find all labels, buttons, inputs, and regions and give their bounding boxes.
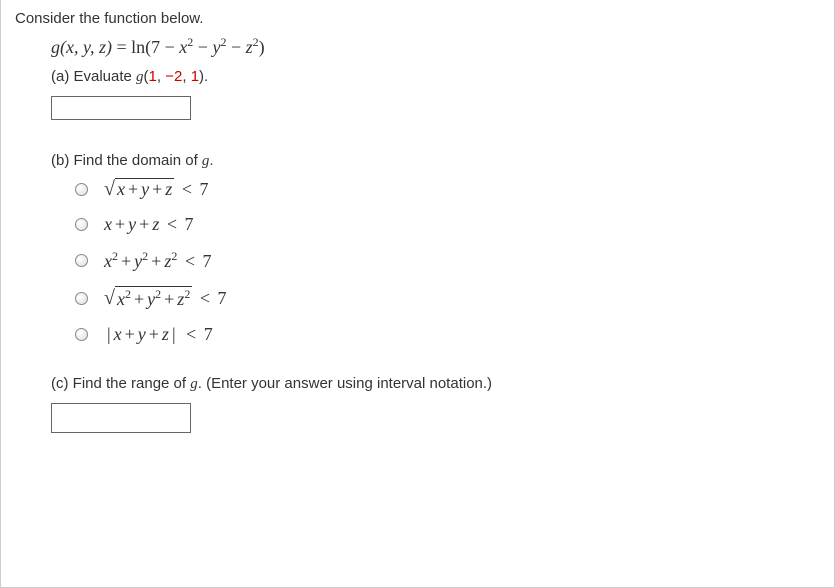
option-2-math: x+y+z < 7 [104, 214, 193, 235]
part-a-label: (a) Evaluate g(1, −2, 1). [51, 68, 820, 86]
option-5[interactable]: |x+y+z| < 7 [75, 324, 820, 345]
part-b-options: √x+y+z < 7 x+y+z < 7 x2+y2+z2 < 7 √x2+y2… [75, 178, 820, 345]
part-c-label: (c) Find the range of g. (Enter your ans… [51, 375, 820, 393]
radio-icon[interactable] [75, 254, 88, 267]
option-3-math: x2+y2+z2 < 7 [104, 249, 211, 272]
option-4[interactable]: √x2+y2+z2 < 7 [75, 286, 820, 310]
radio-icon[interactable] [75, 328, 88, 341]
option-3[interactable]: x2+y2+z2 < 7 [75, 249, 820, 272]
option-2[interactable]: x+y+z < 7 [75, 214, 820, 235]
part-a-input[interactable] [51, 96, 191, 120]
intro-text: Consider the function below. [15, 10, 820, 27]
function-definition: g(x, y, z) = ln(7 − x2 − y2 − z2) [51, 35, 820, 58]
radio-icon[interactable] [75, 183, 88, 196]
question-container: Consider the function below. g(x, y, z) … [0, 0, 835, 588]
option-1-math: √x+y+z < 7 [104, 178, 208, 200]
option-5-math: |x+y+z| < 7 [104, 324, 213, 345]
option-4-math: √x2+y2+z2 < 7 [104, 286, 226, 310]
part-c-input[interactable] [51, 403, 191, 433]
option-1[interactable]: √x+y+z < 7 [75, 178, 820, 200]
radio-icon[interactable] [75, 292, 88, 305]
part-b-label: (b) Find the domain of g. [51, 152, 820, 170]
radio-icon[interactable] [75, 218, 88, 231]
